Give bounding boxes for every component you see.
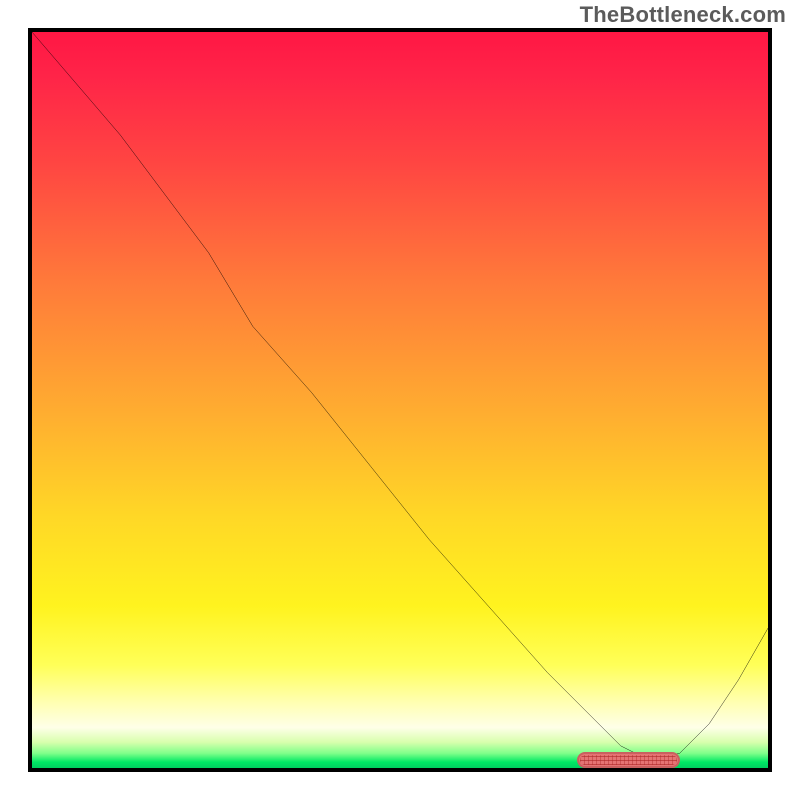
optimal-marker-pill xyxy=(577,752,680,768)
line-series xyxy=(32,32,768,768)
chart-container: TheBottleneck.com xyxy=(0,0,800,800)
optimal-marker xyxy=(577,752,680,768)
watermark-text: TheBottleneck.com xyxy=(580,2,786,28)
plot-area xyxy=(28,28,772,772)
